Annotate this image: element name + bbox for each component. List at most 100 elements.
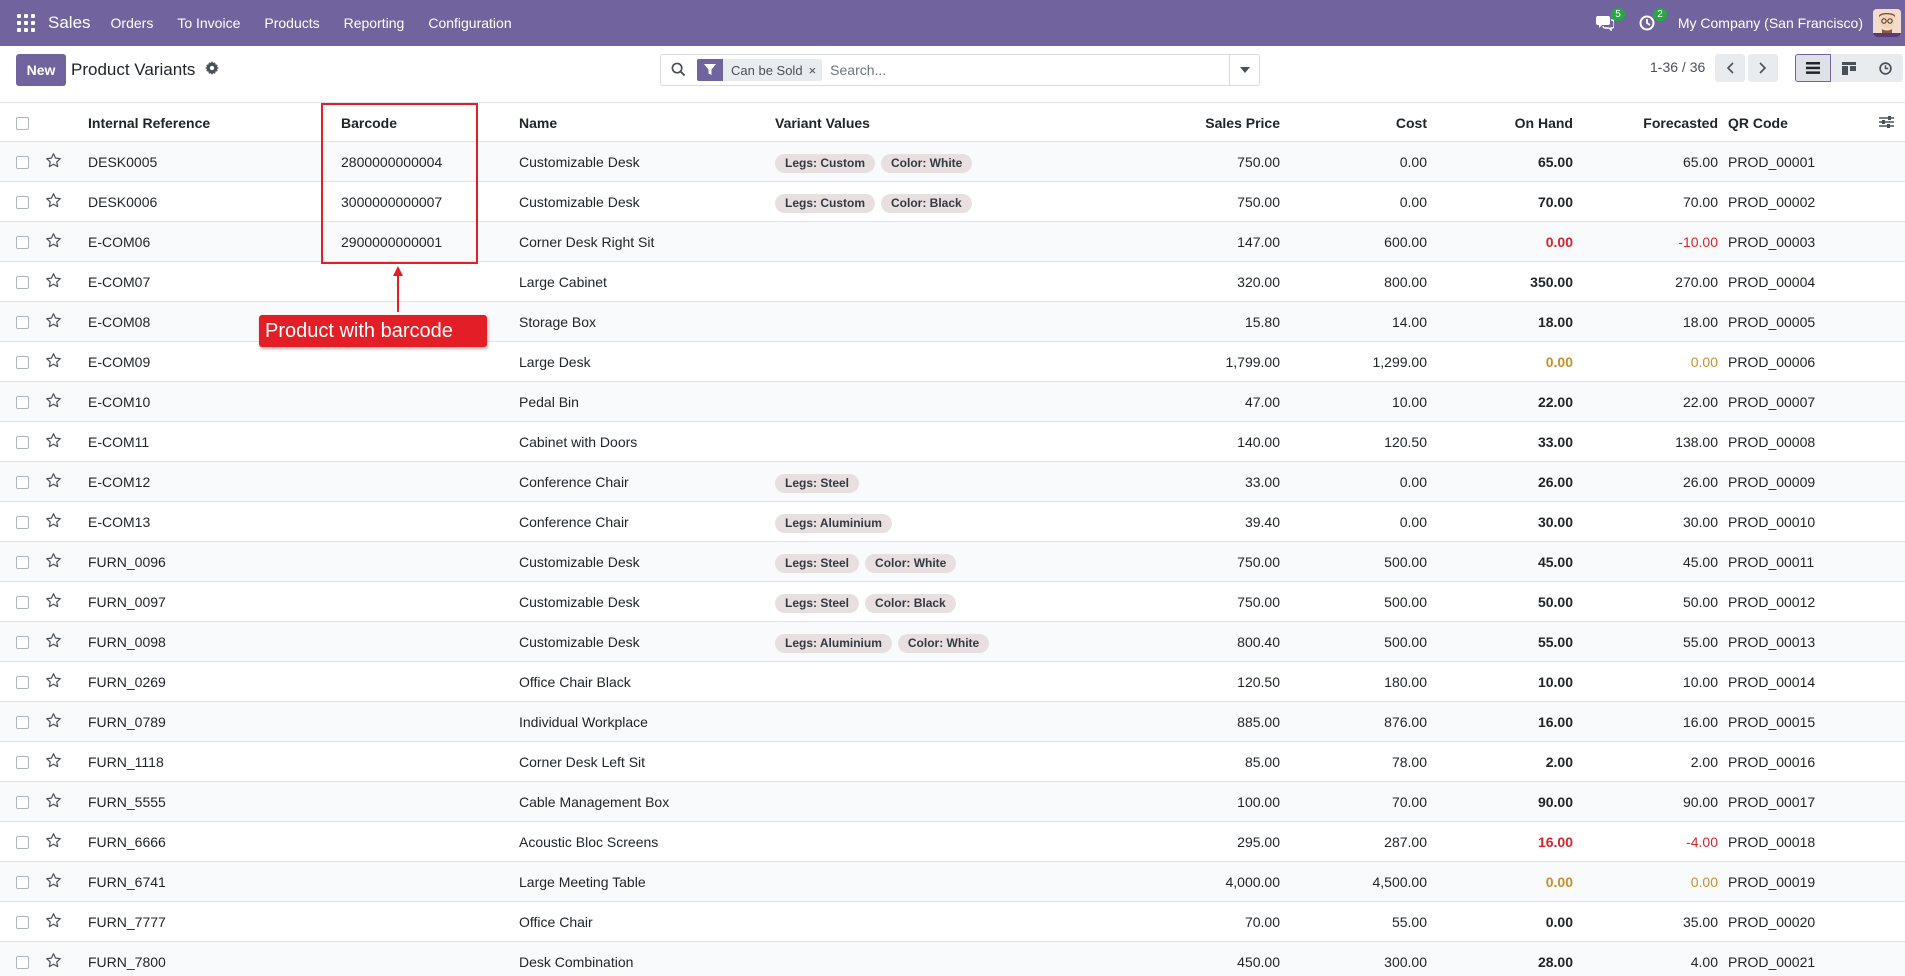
- star-icon[interactable]: [45, 952, 63, 970]
- apps-grid-icon[interactable]: [17, 14, 35, 32]
- row-checkbox[interactable]: [16, 556, 29, 569]
- row-checkbox[interactable]: [16, 916, 29, 929]
- table-row[interactable]: E-COM07 Large Cabinet 320.00 800.00 350.00 27…: [0, 262, 1905, 302]
- star-icon[interactable]: [45, 352, 63, 370]
- row-checkbox[interactable]: [16, 236, 29, 249]
- menu-item-configuration[interactable]: Configuration: [416, 0, 523, 46]
- row-checkbox[interactable]: [16, 636, 29, 649]
- menu-item-to-invoice[interactable]: To Invoice: [165, 0, 252, 46]
- star-icon[interactable]: [45, 792, 63, 810]
- column-header-forecasted[interactable]: Forecasted: [1583, 103, 1718, 143]
- table-row[interactable]: DESK0005 2800000000004 Customizable Desk Le…: [0, 142, 1905, 182]
- row-checkbox[interactable]: [16, 716, 29, 729]
- star-icon[interactable]: [45, 912, 63, 930]
- table-row[interactable]: FURN_0096 Customizable Desk Legs: Steel Col…: [0, 542, 1905, 582]
- search-options-toggle[interactable]: [1229, 55, 1259, 85]
- star-icon[interactable]: [45, 232, 63, 250]
- star-icon[interactable]: [45, 312, 63, 330]
- star-icon[interactable]: [45, 712, 63, 730]
- table-row[interactable]: E-COM13 Conference Chair Legs: Aluminium 39…: [0, 502, 1905, 542]
- row-checkbox[interactable]: [16, 516, 29, 529]
- chat-icon[interactable]: 5: [1594, 8, 1625, 34]
- table-row[interactable]: FURN_0097 Customizable Desk Legs: Steel Col…: [0, 582, 1905, 622]
- row-checkbox[interactable]: [16, 436, 29, 449]
- table-row[interactable]: FURN_0269 Office Chair Black 120.50 180.00 1…: [0, 662, 1905, 702]
- variant-tag: Color: Black: [881, 193, 972, 213]
- avatar[interactable]: [1873, 9, 1901, 37]
- table-row[interactable]: FURN_7800 Desk Combination 450.00 300.00 28.…: [0, 942, 1905, 976]
- star-icon[interactable]: [45, 392, 63, 410]
- table-row[interactable]: E-COM12 Conference Chair Legs: Steel 33.00 0…: [0, 462, 1905, 502]
- company-switcher[interactable]: My Company (San Francisco): [1678, 15, 1863, 31]
- row-checkbox[interactable]: [16, 396, 29, 409]
- column-header-variant-values[interactable]: Variant Values: [775, 103, 870, 143]
- column-header-name[interactable]: Name: [519, 103, 557, 143]
- row-checkbox[interactable]: [16, 756, 29, 769]
- column-header-qr-code[interactable]: QR Code: [1728, 103, 1788, 143]
- star-icon[interactable]: [45, 272, 63, 290]
- gear-icon[interactable]: [205, 61, 221, 77]
- row-checkbox[interactable]: [16, 316, 29, 329]
- table-row[interactable]: FURN_6741 Large Meeting Table 4,000.00 4,50…: [0, 862, 1905, 902]
- table-row[interactable]: FURN_6666 Acoustic Bloc Screens 295.00 287.…: [0, 822, 1905, 862]
- activity-view-button[interactable]: [1867, 54, 1903, 82]
- star-icon[interactable]: [45, 752, 63, 770]
- kanban-view-button[interactable]: [1831, 54, 1867, 82]
- table-row[interactable]: FURN_0789 Individual Workplace 885.00 876.0…: [0, 702, 1905, 742]
- column-header-sales-price[interactable]: Sales Price: [1100, 103, 1280, 143]
- app-name[interactable]: Sales: [48, 13, 91, 33]
- star-icon[interactable]: [45, 872, 63, 890]
- search-input[interactable]: [830, 62, 1229, 78]
- star-icon[interactable]: [45, 632, 63, 650]
- new-button[interactable]: New: [16, 54, 66, 86]
- select-all-checkbox[interactable]: [16, 117, 29, 130]
- table-row[interactable]: FURN_7777 Office Chair 70.00 55.00 0.00 35.00…: [0, 902, 1905, 942]
- row-checkbox[interactable]: [16, 836, 29, 849]
- column-header-barcode[interactable]: Barcode: [341, 103, 397, 143]
- list-view-button[interactable]: [1795, 54, 1831, 82]
- column-header-cost[interactable]: Cost: [1290, 103, 1427, 143]
- pager-next-button[interactable]: [1748, 54, 1778, 82]
- star-icon[interactable]: [45, 552, 63, 570]
- row-checkbox[interactable]: [16, 676, 29, 689]
- row-checkbox[interactable]: [16, 156, 29, 169]
- table-row[interactable]: E-COM10 Pedal Bin 47.00 10.00 22.00 22.00 PROD…: [0, 382, 1905, 422]
- facet-remove-button[interactable]: ×: [809, 63, 823, 78]
- cell-cost: 600.00: [1384, 234, 1427, 250]
- menu-item-reporting[interactable]: Reporting: [332, 0, 417, 46]
- table-row[interactable]: FURN_5555 Cable Management Box 100.00 70.00…: [0, 782, 1905, 822]
- star-icon[interactable]: [45, 512, 63, 530]
- row-checkbox[interactable]: [16, 196, 29, 209]
- search-icon: [671, 62, 687, 78]
- table-row[interactable]: FURN_0098 Customizable Desk Legs: Aluminiu…: [0, 622, 1905, 662]
- row-checkbox[interactable]: [16, 796, 29, 809]
- clock-icon[interactable]: 2: [1636, 8, 1667, 34]
- row-checkbox[interactable]: [16, 596, 29, 609]
- cell-cost: 0.00: [1399, 474, 1427, 490]
- star-icon[interactable]: [45, 152, 63, 170]
- star-icon[interactable]: [45, 192, 63, 210]
- star-icon[interactable]: [45, 432, 63, 450]
- table-row[interactable]: FURN_1118 Corner Desk Left Sit 85.00 78.00 2…: [0, 742, 1905, 782]
- column-header-internal-reference[interactable]: Internal Reference: [88, 103, 210, 143]
- settings-sliders-icon[interactable]: [1879, 115, 1895, 131]
- menu-item-products[interactable]: Products: [252, 0, 331, 46]
- column-header-on-hand[interactable]: On Hand: [1437, 103, 1573, 143]
- star-icon[interactable]: [45, 672, 63, 690]
- table-row[interactable]: E-COM09 Large Desk 1,799.00 1,299.00 0.00 0.0…: [0, 342, 1905, 382]
- row-checkbox[interactable]: [16, 476, 29, 489]
- row-checkbox[interactable]: [16, 956, 29, 969]
- table-row[interactable]: E-COM06 2900000000001 Corner Desk Right Si…: [0, 222, 1905, 262]
- row-checkbox[interactable]: [16, 356, 29, 369]
- menu-item-orders[interactable]: Orders: [99, 0, 166, 46]
- row-checkbox[interactable]: [16, 876, 29, 889]
- row-checkbox[interactable]: [16, 276, 29, 289]
- star-icon[interactable]: [45, 832, 63, 850]
- table-row[interactable]: DESK0006 3000000000007 Customizable Desk Le…: [0, 182, 1905, 222]
- table-row[interactable]: E-COM11 Cabinet with Doors 140.00 120.50 33.…: [0, 422, 1905, 462]
- star-icon[interactable]: [45, 472, 63, 490]
- cell-name: Desk Combination: [519, 954, 634, 970]
- pager-value[interactable]: 1-36 / 36: [1650, 59, 1705, 75]
- star-icon[interactable]: [45, 592, 63, 610]
- pager-previous-button[interactable]: [1715, 54, 1745, 82]
